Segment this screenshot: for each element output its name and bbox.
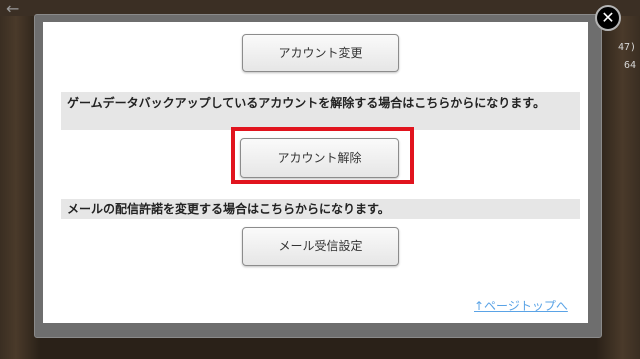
backup-notice: ゲームデータバックアップしているアカウントを解除する場合はこちらからになります。 bbox=[61, 92, 580, 130]
highlight-box bbox=[231, 127, 414, 184]
change-account-button[interactable]: アカウント変更 bbox=[242, 34, 399, 72]
page-top-link[interactable]: ↑ページトップへ bbox=[474, 297, 580, 313]
close-icon[interactable]: ✕ bbox=[595, 5, 621, 31]
mail-notice: メールの配信許諾を変更する場合はこちらからになります。 bbox=[61, 199, 580, 219]
back-arrow-icon[interactable]: ← bbox=[6, 1, 34, 17]
side-value-2: 64 bbox=[623, 60, 636, 71]
mail-settings-button[interactable]: メール受信設定 bbox=[242, 227, 399, 266]
side-value-1: 47) bbox=[617, 42, 636, 53]
